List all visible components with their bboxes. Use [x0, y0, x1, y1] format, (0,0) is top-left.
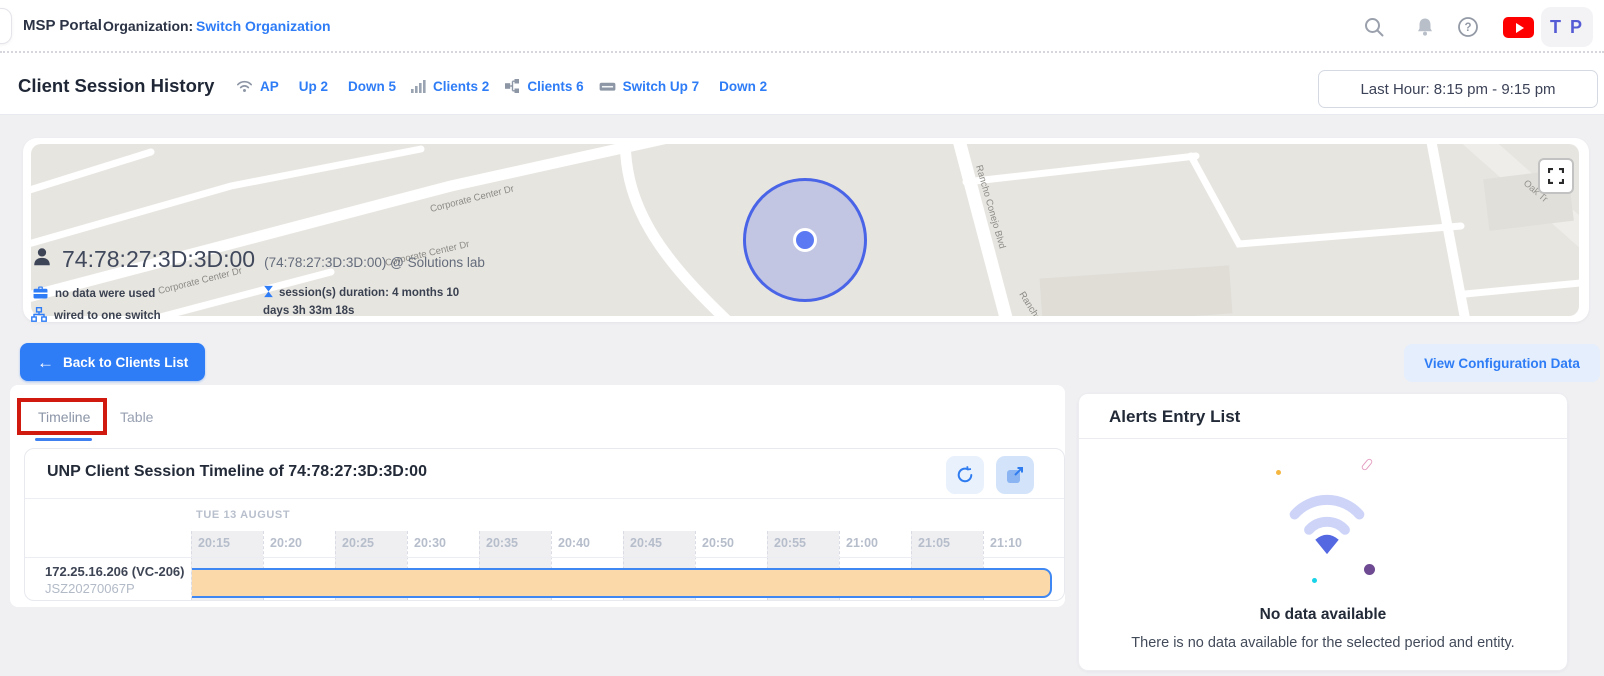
open-external-button[interactable]	[996, 456, 1034, 494]
alerts-title: Alerts Entry List	[1109, 407, 1240, 427]
wifi-icon	[236, 79, 253, 93]
help-icon[interactable]: ?	[1456, 15, 1480, 39]
ports-icon	[504, 78, 520, 94]
top-nav: MSP Portal Organization: Switch Organiza…	[0, 0, 1604, 53]
organization-link[interactable]: Switch Organization	[196, 18, 331, 34]
time-range-selector[interactable]: Last Hour: 8:15 pm - 9:15 pm	[1318, 70, 1598, 108]
chip-wired-clients[interactable]: Clients 6	[527, 79, 583, 94]
youtube-icon[interactable]	[1503, 17, 1534, 38]
street-label: Corporate Center Dr	[157, 265, 243, 296]
annotation-highlight	[17, 398, 107, 435]
chip-wireless-clients[interactable]: Clients 2	[433, 79, 489, 94]
refresh-icon	[955, 465, 975, 485]
tab-table[interactable]: Table	[120, 409, 153, 425]
alerts-panel: Alerts Entry List No data available Ther…	[1078, 393, 1568, 671]
chip-ap-label[interactable]: AP	[260, 79, 279, 94]
chip-ap-up[interactable]: Up 2	[299, 79, 328, 94]
chip-switch-up[interactable]: Switch Up 7	[623, 79, 700, 94]
client-location-marker[interactable]	[793, 228, 817, 252]
external-link-icon	[1005, 465, 1025, 485]
decorative-dot	[1276, 470, 1281, 475]
map-card: Corporate Center Dr Corporate Center Dr …	[23, 138, 1589, 322]
map-fullscreen-button[interactable]	[1538, 158, 1574, 194]
page-title: Client Session History	[18, 75, 214, 97]
wifi-illustration-icon	[1282, 482, 1372, 556]
decorative-dot	[1312, 578, 1317, 583]
search-icon[interactable]	[1362, 15, 1386, 39]
svg-text:?: ?	[1464, 22, 1471, 34]
view-configuration-button[interactable]: View Configuration Data	[1404, 344, 1600, 382]
app-brand: MSP Portal	[23, 17, 102, 34]
refresh-button[interactable]	[946, 456, 984, 494]
chip-switch-down[interactable]: Down 2	[719, 79, 767, 94]
decorative-dot	[1364, 564, 1375, 575]
signal-bars-icon	[411, 79, 426, 93]
back-arrow-icon: ←	[37, 354, 54, 371]
divider	[25, 498, 1064, 499]
device-serial-label: JSZ20270067P	[45, 581, 191, 596]
page: MSP Portal Organization: Switch Organiza…	[0, 0, 1604, 676]
empty-state-message: There is no data available for the selec…	[1079, 635, 1567, 651]
fullscreen-icon	[1548, 168, 1564, 184]
switch-icon	[599, 80, 616, 93]
paperclip-icon	[1361, 458, 1374, 472]
device-ip-label: 172.25.16.206 (VC-206)	[45, 564, 191, 579]
divider	[1079, 438, 1567, 439]
map-canvas[interactable]: Corporate Center Dr Corporate Center Dr …	[31, 144, 1579, 316]
empty-state-title: No data available	[1079, 606, 1567, 624]
timeline-card-title: UNP Client Session Timeline of 74:78:27:…	[47, 463, 427, 481]
gantt-date-header: TUE 13 AUGUST	[196, 509, 290, 521]
active-tab-indicator	[35, 438, 92, 441]
organization-label: Organization:	[103, 18, 193, 34]
timeline-card: UNP Client Session Timeline of 74:78:27:…	[24, 448, 1065, 601]
sidebar-toggle[interactable]	[0, 8, 12, 44]
no-data-illustration	[1264, 456, 1394, 596]
gantt-row-label: 172.25.16.206 (VC-206) JSZ20270067P	[25, 558, 191, 601]
bell-icon[interactable]	[1413, 15, 1437, 39]
chip-ap-down[interactable]: Down 5	[348, 79, 396, 94]
session-bar[interactable]	[192, 568, 1052, 598]
back-to-clients-button[interactable]: ← Back to Clients List	[20, 343, 205, 381]
street-label: Corporate Center Dr	[384, 239, 470, 269]
user-avatar[interactable]: T P	[1541, 7, 1593, 47]
status-chips: AP Up 2 Down 5 Clients 2 Clients 6 Switc…	[228, 78, 767, 94]
